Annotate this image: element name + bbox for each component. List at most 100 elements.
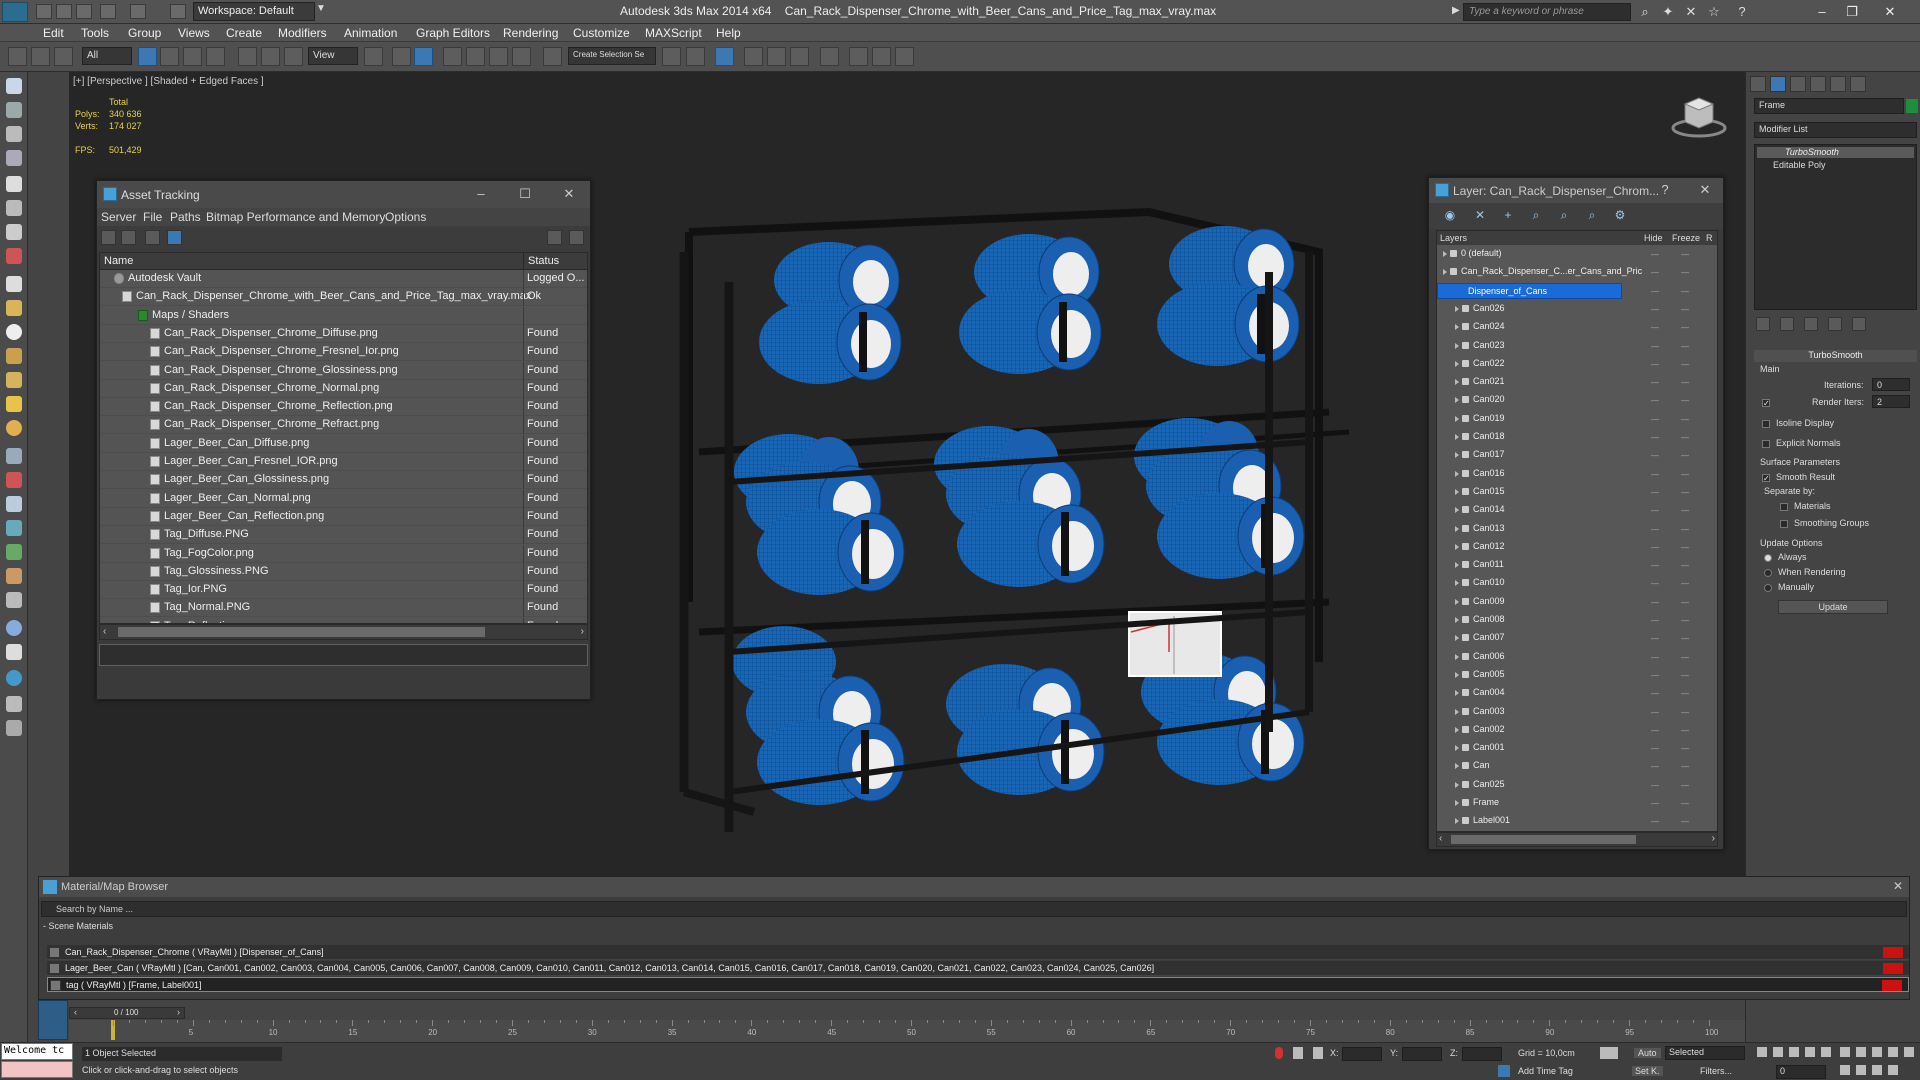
x-coordinate-field[interactable] <box>1342 1047 1382 1061</box>
communication-icon[interactable]: ✕ <box>1683 4 1699 19</box>
freeze-toggle-icon[interactable]: — <box>1681 653 1689 662</box>
help-icon[interactable]: ? <box>1734 4 1750 19</box>
hide-toggle-icon[interactable]: — <box>1651 488 1659 497</box>
asset-row[interactable]: Can_Rack_Dispenser_Chrome_Glossiness.png… <box>100 361 587 380</box>
layer-row[interactable]: Can025 — — <box>1437 776 1717 794</box>
hide-toggle-icon[interactable]: — <box>1651 689 1659 698</box>
edit-named-selection-icon[interactable] <box>543 47 562 66</box>
hide-toggle-icon[interactable]: — <box>1651 708 1659 717</box>
z-coordinate-field[interactable] <box>1462 1047 1502 1061</box>
menu-help[interactable]: Help <box>716 26 741 40</box>
menu-tools[interactable]: Tools <box>81 26 109 40</box>
menu-animation[interactable]: Animation <box>344 26 397 40</box>
zoom-all-icon[interactable] <box>1856 1047 1866 1057</box>
align-icon[interactable] <box>686 47 705 66</box>
selection-lock-icon[interactable] <box>1293 1047 1303 1059</box>
strip-tool-icon[interactable] <box>6 324 22 340</box>
isoline-display-checkbox[interactable] <box>1762 420 1770 428</box>
asset-row[interactable]: Lager_Beer_Can_Normal.png Found <box>100 489 587 508</box>
menu-modifiers[interactable]: Modifiers <box>278 26 327 40</box>
asset-horizontal-scrollbar[interactable]: ‹ › <box>99 624 588 640</box>
freeze-toggle-icon[interactable]: — <box>1681 561 1689 570</box>
scroll-left-icon[interactable]: ‹ <box>103 626 106 637</box>
column-header-status[interactable]: Status <box>524 253 587 270</box>
menu-server[interactable]: Server <box>101 210 136 224</box>
freeze-toggle-icon[interactable]: — <box>1681 415 1689 424</box>
remove-modifier-icon[interactable] <box>1828 317 1842 331</box>
show-end-result-icon[interactable] <box>1780 317 1794 331</box>
spinner-snap-icon[interactable] <box>512 47 531 66</box>
create-tab-icon[interactable] <box>1750 76 1766 92</box>
layer-properties-icon[interactable]: ⚙ <box>1613 208 1627 222</box>
next-frame-icon[interactable] <box>1805 1047 1815 1057</box>
hide-toggle-icon[interactable]: — <box>1651 543 1659 552</box>
strip-tool-icon[interactable] <box>6 126 22 142</box>
strip-tool-icon[interactable] <box>6 248 22 264</box>
hide-toggle-icon[interactable]: — <box>1651 616 1659 625</box>
layer-row[interactable]: Can005 — — <box>1437 666 1717 684</box>
workspace-arrow-icon[interactable]: ▼ <box>316 3 326 14</box>
scroll-right-icon[interactable]: › <box>1712 833 1715 844</box>
layer-row[interactable]: Can007 — — <box>1437 629 1717 647</box>
workspace-dropdown[interactable]: Workspace: Default <box>193 2 315 21</box>
asset-row[interactable]: Tag_FogColor.png Found <box>100 544 587 563</box>
unlink-selection-icon[interactable] <box>31 47 50 66</box>
select-and-scale-icon[interactable] <box>284 47 303 66</box>
hide-toggle-icon[interactable]: — <box>1651 744 1659 753</box>
expand-arrow-icon[interactable] <box>1455 617 1459 623</box>
freeze-toggle-icon[interactable]: — <box>1681 323 1689 332</box>
hide-toggle-icon[interactable]: — <box>1651 598 1659 607</box>
selected-dropdown[interactable]: Selected <box>1665 1046 1745 1060</box>
expand-arrow-icon[interactable] <box>1455 690 1459 697</box>
strip-tool-icon[interactable] <box>6 644 22 660</box>
strip-tool-icon[interactable] <box>6 78 22 94</box>
freeze-toggle-icon[interactable]: — <box>1681 287 1689 296</box>
freeze-toggle-icon[interactable]: — <box>1681 762 1689 771</box>
zoom-extents-all-icon[interactable] <box>1888 1047 1898 1057</box>
hide-toggle-icon[interactable]: — <box>1651 360 1659 369</box>
strip-tool-icon[interactable] <box>6 372 22 388</box>
select-highlighted-icon[interactable]: ⌕ <box>1529 208 1543 222</box>
turbosmooth-rollout-header[interactable]: TurboSmooth <box>1754 350 1917 362</box>
freeze-toggle-icon[interactable]: — <box>1681 598 1689 607</box>
layer-row[interactable]: Can004 — — <box>1437 684 1717 702</box>
menu-graph-editors[interactable]: Graph Editors <box>416 26 490 40</box>
freeze-toggle-icon[interactable]: — <box>1681 744 1689 753</box>
materials-checkbox[interactable] <box>1780 503 1788 511</box>
asset-row[interactable]: Can_Rack_Dispenser_Chrome_with_Beer_Cans… <box>100 288 587 307</box>
column-header-render[interactable]: R <box>1703 231 1717 245</box>
motion-tab-icon[interactable] <box>1810 76 1826 92</box>
select-manipulate-icon[interactable] <box>392 47 411 66</box>
select-and-link-icon[interactable] <box>8 47 27 66</box>
redo-icon[interactable] <box>130 4 146 19</box>
y-coordinate-field[interactable] <box>1402 1047 1442 1061</box>
material-row[interactable]: Can_Rack_Dispenser_Chrome ( VRayMtl ) [D… <box>47 945 1909 960</box>
freeze-toggle-icon[interactable]: — <box>1681 268 1689 277</box>
expand-arrow-icon[interactable] <box>1455 360 1459 367</box>
strip-tool-icon[interactable] <box>6 520 22 536</box>
material-search-input[interactable]: Search by Name ... <box>41 901 1907 917</box>
layer-row[interactable]: Can016 — — <box>1437 465 1717 483</box>
strip-tool-icon[interactable] <box>6 544 22 560</box>
layer-row[interactable]: 0 (default) — — <box>1437 245 1717 263</box>
strip-tool-icon[interactable] <box>6 200 22 216</box>
freeze-toggle-icon[interactable]: — <box>1681 781 1689 790</box>
menu-paths[interactable]: Paths <box>170 210 201 224</box>
selection-filter-dropdown[interactable]: All <box>82 47 132 65</box>
maxscript-input[interactable]: Welcome tc <box>1 1043 73 1060</box>
set-key-icon[interactable] <box>1600 1047 1618 1059</box>
expand-arrow-icon[interactable] <box>1455 562 1459 569</box>
asset-row[interactable]: Lager_Beer_Can_Glossiness.png Found <box>100 471 587 490</box>
layer-row[interactable]: Can008 — — <box>1437 611 1717 629</box>
close-window-icon[interactable]: ✕ <box>1876 2 1904 22</box>
layer-row[interactable]: Can012 — — <box>1437 538 1717 556</box>
maximize-icon[interactable]: ☐ <box>515 185 535 203</box>
hide-toggle-icon[interactable]: — <box>1651 634 1659 643</box>
render-iters-spinner[interactable]: 2 <box>1872 395 1910 408</box>
hide-toggle-icon[interactable]: — <box>1651 323 1659 332</box>
expand-arrow-icon[interactable] <box>1455 379 1459 386</box>
column-header-name[interactable]: Name <box>100 253 524 270</box>
pan-view-icon[interactable] <box>1840 1065 1850 1075</box>
menu-create[interactable]: Create <box>226 26 262 40</box>
expand-arrow-icon[interactable] <box>1455 726 1459 733</box>
